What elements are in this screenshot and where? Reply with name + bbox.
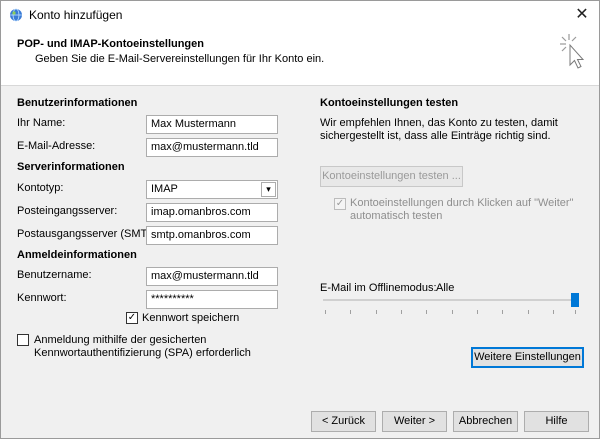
page-subtitle: Geben Sie die E-Mail-Servereinstellungen… — [35, 53, 325, 65]
test-settings-section-title: Kontoeinstellungen testen — [320, 97, 459, 109]
name-label: Ihr Name: — [17, 117, 66, 129]
slider-tick — [452, 310, 453, 314]
server-info-section-title: Serverinformationen — [17, 161, 125, 173]
test-description-line2: sichergestellt ist, dass alle Einträge r… — [320, 130, 551, 142]
account-type-value: IMAP — [151, 183, 178, 195]
help-button[interactable]: Hilfe — [524, 411, 589, 432]
offline-slider-ticks — [325, 310, 579, 314]
back-button[interactable]: < Zurück — [311, 411, 376, 432]
auto-test-label-line1: Kontoeinstellungen durch Klicken auf "We… — [350, 197, 574, 209]
cursor-sparkle-icon — [560, 34, 585, 69]
auto-test-checkbox[interactable]: ✓ — [334, 198, 346, 210]
outgoing-server-label: Postausgangsserver (SMTP): — [17, 228, 162, 240]
more-settings-button[interactable]: Weitere Einstellungen — [471, 347, 584, 368]
chevron-down-icon[interactable]: ▾ — [261, 182, 276, 197]
offline-mode-label: E-Mail im Offlinemodus: — [320, 282, 437, 294]
slider-tick — [426, 310, 427, 314]
name-input[interactable]: Max Mustermann — [146, 115, 278, 134]
slider-tick — [553, 310, 554, 314]
spa-label-line2: Kennwortauthentifizierung (SPA) erforder… — [34, 347, 251, 359]
account-type-label: Kontotyp: — [17, 182, 64, 194]
slider-tick — [401, 310, 402, 314]
offline-mode-value: Alle — [436, 282, 455, 294]
slider-tick — [325, 310, 326, 314]
email-label: E-Mail-Adresse: — [17, 140, 96, 152]
title-bar: Konto hinzufügen ✕ — [1, 1, 599, 30]
remember-password-label: Kennwort speichern — [142, 312, 240, 324]
spa-label-line1: Anmeldung mithilfe der gesicherten — [34, 334, 207, 346]
test-description-line1: Wir empfehlen Ihnen, das Konto zu testen… — [320, 117, 558, 129]
incoming-server-label: Posteingangsserver: — [17, 205, 118, 217]
username-label: Benutzername: — [17, 269, 92, 281]
password-label: Kennwort: — [17, 292, 67, 304]
slider-tick — [528, 310, 529, 314]
offline-slider-track[interactable] — [323, 299, 579, 301]
next-button[interactable]: Weiter > — [382, 411, 447, 432]
test-settings-button[interactable]: Kontoeinstellungen testen ... — [320, 166, 463, 187]
user-info-section-title: Benutzerinformationen — [17, 97, 138, 109]
auto-test-label-line2: automatisch testen — [350, 210, 443, 222]
page-title: POP- und IMAP-Kontoeinstellungen — [17, 38, 204, 50]
incoming-server-input[interactable]: imap.omanbros.com — [146, 203, 278, 222]
remember-password-checkbox[interactable]: ✓ — [126, 312, 138, 324]
password-input[interactable]: ********** — [146, 290, 278, 309]
slider-tick — [350, 310, 351, 314]
slider-tick — [575, 310, 576, 314]
outgoing-server-input[interactable]: smtp.omanbros.com — [146, 226, 278, 245]
globe-icon — [10, 8, 22, 22]
username-input[interactable]: max@mustermann.tld — [146, 267, 278, 286]
slider-tick — [502, 310, 503, 314]
close-button[interactable]: ✕ — [565, 1, 599, 30]
offline-slider-thumb[interactable] — [571, 293, 579, 307]
page-header: POP- und IMAP-Kontoeinstellungen Geben S… — [1, 30, 599, 86]
window-title: Konto hinzufügen — [29, 8, 123, 22]
account-type-select[interactable]: IMAP ▾ — [146, 180, 278, 199]
cancel-button[interactable]: Abbrechen — [453, 411, 518, 432]
email-input[interactable]: max@mustermann.tld — [146, 138, 278, 157]
spa-checkbox[interactable] — [17, 334, 29, 346]
slider-tick — [477, 310, 478, 314]
dialog-window: Konto hinzufügen ✕ POP- und IMAP-Kontoei… — [0, 0, 600, 439]
login-info-section-title: Anmeldeinformationen — [17, 249, 137, 261]
slider-tick — [376, 310, 377, 314]
